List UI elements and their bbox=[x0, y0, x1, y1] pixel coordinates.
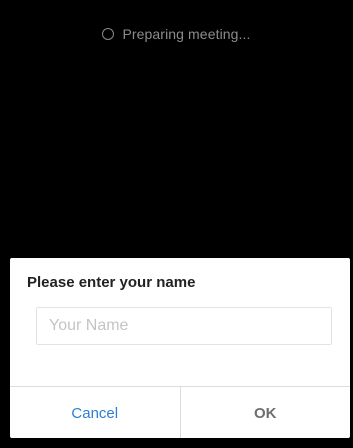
loading-spinner-icon bbox=[102, 28, 115, 40]
dialog-button-bar: Cancel OK bbox=[10, 386, 350, 438]
status-text: Preparing meeting... bbox=[122, 26, 251, 42]
cancel-button[interactable]: Cancel bbox=[10, 387, 181, 438]
name-input[interactable] bbox=[36, 307, 332, 345]
meeting-status: Preparing meeting... bbox=[0, 22, 353, 46]
ok-button[interactable]: OK bbox=[181, 387, 351, 438]
name-dialog: Please enter your name Cancel OK bbox=[10, 258, 350, 438]
dialog-title: Please enter your name bbox=[27, 274, 196, 291]
